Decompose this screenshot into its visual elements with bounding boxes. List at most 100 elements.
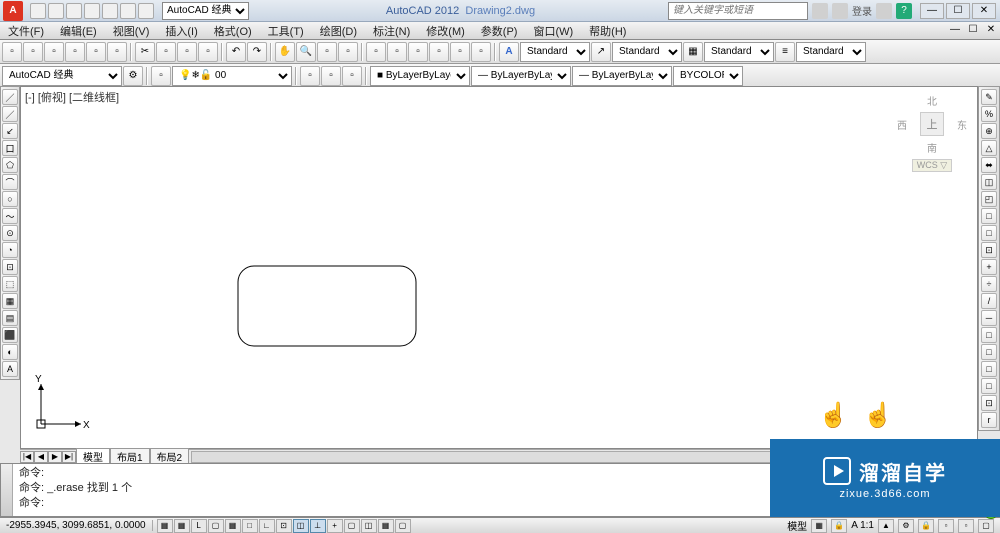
qat-redo-icon[interactable] [138, 3, 154, 19]
draw-tool-6[interactable]: ○ [2, 191, 18, 207]
menu-help[interactable]: 帮助(H) [581, 23, 634, 39]
draw-tool-14[interactable]: ⬛ [2, 327, 18, 343]
draw-tool-16[interactable]: A [2, 361, 18, 377]
draw-tool-7[interactable]: ～ [2, 208, 18, 224]
tab-next-icon[interactable]: ▶ [48, 451, 62, 463]
open-icon[interactable]: ▫ [23, 42, 43, 62]
layer-select[interactable]: 💡❄🔓 00 [172, 66, 292, 86]
status-toggle-13[interactable]: ▦ [378, 519, 394, 533]
drawing-area[interactable]: [-] [俯视] [二维线框] X Y 北 西 上 东 南 WCS ▽ ☝ ☝ [20, 86, 978, 449]
status-toggle-8[interactable]: ◫ [293, 519, 309, 533]
model-space-button[interactable]: 模型 [787, 518, 807, 533]
draw-tool-13[interactable]: ▤ [2, 310, 18, 326]
draw-tool-11[interactable]: ⬚ [2, 276, 18, 292]
viewcube-west[interactable]: 西 [897, 117, 907, 132]
tab-last-icon[interactable]: ▶| [62, 451, 76, 463]
workspace-select2[interactable]: AutoCAD 经典 [2, 66, 122, 86]
qat-open-icon[interactable] [48, 3, 64, 19]
modify-tool-11[interactable]: ÷ [981, 276, 997, 292]
new-icon[interactable]: ▫ [2, 42, 22, 62]
menu-parametric[interactable]: 参数(P) [473, 23, 526, 39]
copy-icon[interactable]: ▫ [156, 42, 176, 62]
modify-tool-1[interactable]: % [981, 106, 997, 122]
close-button[interactable]: ✕ [972, 3, 996, 19]
dimstyle-select[interactable]: Standard [612, 42, 682, 62]
minimize-button[interactable]: — [920, 3, 944, 19]
draw-tool-8[interactable]: ⊙ [2, 225, 18, 241]
qat-print-icon[interactable] [102, 3, 118, 19]
save-icon[interactable]: ▫ [44, 42, 64, 62]
status-toggle-4[interactable]: ▦ [225, 519, 241, 533]
modify-tool-17[interactable]: □ [981, 378, 997, 394]
ws-settings-icon[interactable]: ⚙ [123, 66, 143, 86]
ws-switch-icon[interactable]: ⚙ [898, 519, 914, 533]
menu-view[interactable]: 视图(V) [105, 23, 158, 39]
zoom-prev-icon[interactable]: ▫ [338, 42, 358, 62]
layer-prev-icon[interactable]: ▫ [300, 66, 320, 86]
qat-save-icon[interactable] [66, 3, 82, 19]
status-toggle-2[interactable]: L [191, 519, 207, 533]
textstyle-select[interactable]: Standard [520, 42, 590, 62]
status-toggle-6[interactable]: ∟ [259, 519, 275, 533]
lineweight-select[interactable]: — ByLayerByLayer [572, 66, 672, 86]
viewcube-south[interactable]: 南 [897, 140, 967, 155]
dc-icon[interactable]: ▫ [387, 42, 407, 62]
menu-edit[interactable]: 编辑(E) [52, 23, 105, 39]
qat-undo-icon[interactable] [120, 3, 136, 19]
maximize-button[interactable]: ☐ [946, 3, 970, 19]
menu-format[interactable]: 格式(O) [206, 23, 260, 39]
viewcube-east[interactable]: 东 [957, 117, 967, 132]
mlstyle-select[interactable]: Standard [796, 42, 866, 62]
isolate-icon[interactable]: ▫ [958, 519, 974, 533]
tab-prev-icon[interactable]: ◀ [34, 451, 48, 463]
qat-saveas-icon[interactable] [84, 3, 100, 19]
tablestyle-icon[interactable]: ▦ [683, 42, 703, 62]
tp-icon[interactable]: ▫ [408, 42, 428, 62]
calc-icon[interactable]: ▫ [471, 42, 491, 62]
modify-tool-16[interactable]: □ [981, 361, 997, 377]
viewport-label[interactable]: [-] [俯视] [二维线框] [25, 89, 119, 105]
ssm-icon[interactable]: ▫ [429, 42, 449, 62]
annoscale-icon[interactable]: ▲ [878, 519, 894, 533]
linetype-select[interactable]: — ByLayerByLayer [471, 66, 571, 86]
status-toggle-14[interactable]: ▢ [395, 519, 411, 533]
cmd-drag-handle[interactable] [1, 464, 13, 516]
modify-tool-19[interactable]: r [981, 412, 997, 428]
modify-tool-4[interactable]: ⬌ [981, 157, 997, 173]
modify-tool-3[interactable]: △ [981, 140, 997, 156]
plotstyle-select[interactable]: BYCOLOR [673, 66, 743, 86]
modify-tool-15[interactable]: □ [981, 344, 997, 360]
dimstyle-icon[interactable]: ↗ [591, 42, 611, 62]
layer-props-icon[interactable]: ▫ [151, 66, 171, 86]
modify-tool-13[interactable]: ─ [981, 310, 997, 326]
modify-tool-18[interactable]: ⊡ [981, 395, 997, 411]
modify-tool-7[interactable]: □ [981, 208, 997, 224]
zoom-win-icon[interactable]: ▫ [317, 42, 337, 62]
wcs-badge[interactable]: WCS ▽ [912, 159, 952, 172]
modify-tool-14[interactable]: □ [981, 327, 997, 343]
undo-icon[interactable]: ↶ [226, 42, 246, 62]
modify-tool-10[interactable]: + [981, 259, 997, 275]
annotation-scale[interactable]: A 1:1 [851, 520, 874, 531]
status-toggle-3[interactable]: ▢ [208, 519, 224, 533]
status-toggle-12[interactable]: ◫ [361, 519, 377, 533]
menu-modify[interactable]: 修改(M) [418, 23, 473, 39]
doc-close-button[interactable]: ✕ [983, 24, 999, 38]
modify-tool-0[interactable]: ✎ [981, 89, 997, 105]
draw-tool-4[interactable]: ⬠ [2, 157, 18, 173]
redo-icon[interactable]: ↷ [247, 42, 267, 62]
zoom-rt-icon[interactable]: 🔍 [296, 42, 316, 62]
draw-tool-12[interactable]: ▦ [2, 293, 18, 309]
draw-tool-5[interactable]: ⌒ [2, 174, 18, 190]
workspace-selector[interactable]: AutoCAD 经典 [162, 2, 249, 20]
app-logo[interactable]: A [3, 1, 23, 21]
markup-icon[interactable]: ▫ [450, 42, 470, 62]
preview-icon[interactable]: ▫ [86, 42, 106, 62]
draw-tool-2[interactable]: ↙ [2, 123, 18, 139]
doc-restore-button[interactable]: ☐ [965, 24, 981, 38]
viewcube-north[interactable]: 北 [897, 93, 967, 108]
draw-tool-0[interactable]: ／ [2, 89, 18, 105]
cut-icon[interactable]: ✂ [135, 42, 155, 62]
modify-tool-2[interactable]: ⊕ [981, 123, 997, 139]
modify-tool-8[interactable]: □ [981, 225, 997, 241]
